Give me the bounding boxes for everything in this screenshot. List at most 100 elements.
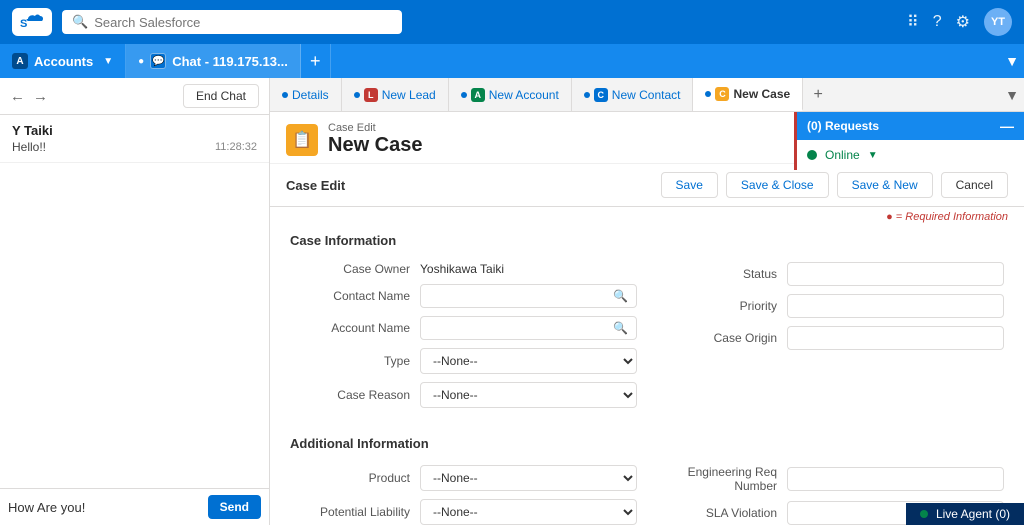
additional-information-title: Additional Information [290,436,1004,455]
forward-icon[interactable]: → [33,88,48,105]
toolbar-icons: ← → [10,88,48,105]
tab-new-contact[interactable]: C New Contact [572,78,694,111]
status-label: Status [657,267,787,281]
tab-new-contact-label: New Contact [612,88,681,102]
bottom-bar: Live Agent (0) [906,503,1024,525]
priority-label: Priority [657,299,787,313]
content-tab-add[interactable]: + [803,78,833,111]
account-name-field[interactable] [429,321,613,335]
case-reason-row: Case Reason --None-- [290,382,637,408]
case-owner-row: Case Owner Yoshikawa Taiki [290,262,637,276]
case-origin-input[interactable] [787,326,1004,350]
grid-icon[interactable]: ⠿ [907,12,919,32]
cancel-button[interactable]: Cancel [941,172,1008,198]
requests-panel-minimize[interactable]: — [1000,118,1014,134]
app-tab-overflow[interactable]: ▼ [1000,44,1024,78]
case-owner-value: Yoshikawa Taiki [420,262,637,276]
contact-name-search-icon[interactable]: 🔍 [613,289,628,303]
settings-icon[interactable]: ⚙ [956,12,970,32]
left-panel: ← → End Chat Y Taiki Hello!! 11:28:32 Se… [0,78,270,525]
tab-new-account-label: New Account [489,88,559,102]
new-lead-dot [354,92,360,98]
priority-row: Priority [657,294,1004,318]
tab-new-case-label: New Case [733,87,790,101]
chat-input[interactable] [8,500,202,515]
contact-name: Y Taiki [12,123,257,138]
eng-req-label: Engineering Req Number [657,465,787,493]
case-information-section: Case Information Case Owner Yoshikawa Ta… [270,223,1024,426]
content-tab-overflow[interactable]: ▼ [1000,78,1024,111]
additional-information-grid: Product --None-- Potential Liability --N… [290,465,1004,525]
back-icon[interactable]: ← [10,88,25,105]
accounts-tab-dropdown[interactable]: ▼ [103,56,113,67]
type-select[interactable]: --None-- [420,348,637,374]
potential-liability-select[interactable]: --None-- [420,499,637,525]
chat-tab-dot: ● [138,56,144,67]
status-input[interactable] [787,262,1004,286]
left-panel-toolbar: ← → End Chat [0,78,269,115]
search-bar[interactable]: 🔍 [62,10,402,34]
end-chat-button[interactable]: End Chat [183,84,259,108]
app-tab-accounts[interactable]: A Accounts ▼ [0,44,126,78]
left-fields: Case Owner Yoshikawa Taiki Contact Name … [290,262,637,416]
live-dot [920,510,928,518]
tab-details-label: Details [292,88,329,102]
status-row: Status [657,262,1004,286]
accounts-tab-label: Accounts [34,54,93,69]
tab-details[interactable]: Details [270,78,342,111]
online-label: Online [825,148,860,162]
account-name-input[interactable]: 🔍 [420,316,637,340]
account-name-search-icon[interactable]: 🔍 [613,321,628,335]
case-reason-select[interactable]: --None-- [420,382,637,408]
case-icon: 📋 [286,124,318,156]
requests-title: (0) Requests [807,119,879,133]
case-information-grid: Case Owner Yoshikawa Taiki Contact Name … [290,262,1004,416]
svg-text:S: S [20,18,27,30]
priority-input[interactable] [787,294,1004,318]
save-and-new-button[interactable]: Save & New [837,172,933,198]
chat-message-row: Hello!! 11:28:32 [12,140,257,154]
right-panel: Details L New Lead A New Account C New C… [270,78,1024,525]
contact-name-input[interactable]: 🔍 [420,284,637,308]
top-nav-left: S 🔍 [12,8,402,36]
app-tab-bar: A Accounts ▼ ● 💬 Chat - 119.175.13... + … [0,44,1024,78]
product-label: Product [290,471,420,485]
type-row: Type --None-- [290,348,637,374]
new-account-dot [461,92,467,98]
salesforce-logo: S [12,8,52,36]
form-container: 📋 Case Edit New Case ? Case Edit Save Sa… [270,112,1024,525]
top-nav: S 🔍 ⠿ ? ⚙ YT [0,0,1024,44]
tab-new-case[interactable]: C New Case [693,78,803,111]
tab-new-lead[interactable]: L New Lead [342,78,449,111]
new-lead-icon: L [364,88,378,102]
type-label: Type [290,354,420,368]
right-fields: Status Priority Case Origin [657,262,1004,416]
action-bar: Case Edit Save Save & Close Save & New C… [270,164,1024,207]
new-contact-icon: C [594,88,608,102]
search-input[interactable] [94,15,392,30]
requests-panel-header: (0) Requests — [797,112,1024,140]
case-information-title: Case Information [290,233,1004,252]
app-tab-add-button[interactable]: + [301,44,331,78]
case-owner-label: Case Owner [290,262,420,276]
contact-name-label: Contact Name [290,289,420,303]
contact-name-field[interactable] [429,289,613,303]
search-icon: 🔍 [72,14,88,30]
app-tab-chat[interactable]: ● 💬 Chat - 119.175.13... [126,44,301,78]
action-label: Case Edit [286,178,653,193]
details-dot [282,92,288,98]
account-name-label: Account Name [290,321,420,335]
form-header-title: New Case [328,134,423,157]
online-dropdown[interactable]: ▼ [868,150,878,161]
save-and-close-button[interactable]: Save & Close [726,172,829,198]
save-button[interactable]: Save [661,172,718,198]
tab-new-account[interactable]: A New Account [449,78,572,111]
chat-input-area: Send [0,488,269,525]
eng-req-input[interactable] [787,467,1004,491]
new-case-dot [705,91,711,97]
contact-name-row: Contact Name 🔍 [290,284,637,308]
help-icon[interactable]: ? [933,13,942,31]
avatar[interactable]: YT [984,8,1012,36]
send-button[interactable]: Send [208,495,261,519]
product-select[interactable]: --None-- [420,465,637,491]
